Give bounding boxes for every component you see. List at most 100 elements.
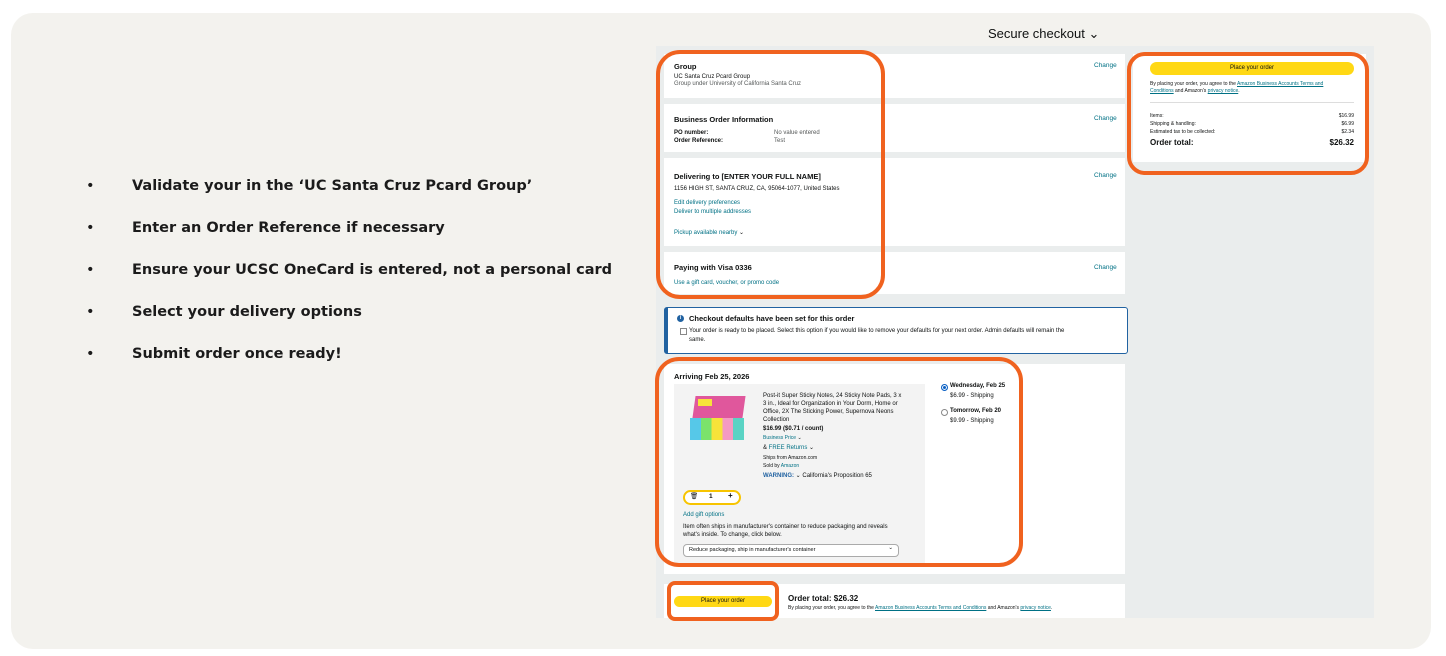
order-total-label: Order total: [1150, 138, 1194, 147]
delivery-change-link[interactable]: Change [1094, 172, 1117, 179]
shipping-label: Shipping & handling: [1150, 121, 1196, 127]
payment-card: Paying with Visa 0336 Use a gift card, v… [664, 252, 1125, 294]
shipping-option-day[interactable]: Tomorrow, Feb 20 [950, 408, 1001, 414]
free-returns-label: FREE Returns [768, 445, 808, 451]
chevron-down-icon: ⌄ [888, 545, 893, 551]
packaging-select-value: Reduce packaging, ship in manufacturer's… [689, 547, 816, 553]
instruction-text: Enter an Order Reference if necessary [132, 220, 445, 236]
tax-value: $2.34 [1341, 129, 1354, 135]
terms-link[interactable]: Amazon Business Accounts Terms and Condi… [875, 605, 986, 611]
sold-by-prefix: Sold by [763, 463, 781, 469]
privacy-link[interactable]: privacy notice [1020, 605, 1051, 611]
product-title-line[interactable]: 3 in., Ideal for Organization in Your Do… [763, 400, 898, 408]
secure-checkout-header[interactable]: Secure checkout ⌄ [988, 26, 1099, 42]
info-icon: i [677, 315, 684, 322]
order-reference-label: Order Reference: [674, 138, 724, 144]
bullet: • [86, 262, 95, 278]
arrival-title: Arriving Feb 25, 2026 [674, 372, 750, 381]
pickup-label: Pickup available nearby [674, 230, 738, 236]
bottom-order-total: Order total: $26.32 [788, 594, 859, 603]
gift-options-link[interactable]: Add gift options [683, 511, 724, 519]
product-price: $16.99 ($0.71 / count) [763, 426, 824, 432]
plus-icon[interactable]: + [728, 491, 733, 500]
items-label: Items: [1150, 113, 1164, 119]
product-title-line[interactable]: Office, 2X The Sticking Power, Supernova… [763, 408, 894, 416]
shipping-option-price: $9.99 - Shipping [950, 418, 994, 424]
edit-delivery-link[interactable]: Edit delivery preferences [674, 199, 740, 207]
remove-defaults-checkbox[interactable] [680, 328, 687, 335]
arrival-card: Arriving Feb 25, 2026 Post-it Super Stic… [664, 364, 1125, 574]
terms-link[interactable]: Amazon Business Accounts Terms and [1237, 81, 1323, 87]
delivery-address: 1156 HIGH ST, SANTA CRUZ, CA, 95064-1077… [674, 186, 840, 192]
business-info-card: Business Order Information PO number: No… [664, 104, 1125, 152]
agreement-text: By placing your order, you agree to the [788, 605, 875, 611]
bullet: • [86, 304, 95, 320]
bullet: • [86, 346, 95, 362]
agreement-text: . [1050, 605, 1053, 611]
free-returns-dropdown[interactable]: & FREE Returns ⌄ [763, 444, 814, 452]
agreement-text: and Amazon's [1173, 88, 1208, 94]
business-price-label: Business Price [763, 435, 797, 441]
group-change-link[interactable]: Change [1094, 62, 1117, 69]
agreement-text: and Amazon's [986, 605, 1021, 611]
quantity-value: 1 [709, 493, 713, 500]
tax-label: Estimated tax to be collected: [1150, 129, 1216, 135]
business-title: Business Order Information [674, 115, 774, 124]
delivery-card: Delivering to [ENTER YOUR FULL NAME] 115… [664, 158, 1125, 246]
place-order-button-bottom[interactable]: Place your order [674, 596, 772, 607]
pickup-nearby-link[interactable]: Pickup available nearby ⌄ [674, 229, 744, 237]
place-order-button[interactable]: Place your order [1150, 62, 1354, 75]
product-title-line[interactable]: Collection [763, 416, 789, 424]
product-image[interactable] [688, 394, 748, 446]
shipping-option-day[interactable]: Wednesday, Feb 25 [950, 383, 1005, 389]
chevron-down-icon: ⌄ [809, 445, 815, 451]
warning-label: WARNING: [763, 473, 794, 479]
defaults-title: Checkout defaults have been set for this… [689, 314, 855, 323]
delivery-title: Delivering to [ENTER YOUR FULL NAME] [674, 172, 821, 181]
bottom-order-card: Place your order Order total: $26.32 By … [664, 584, 1125, 618]
order-total-value: $26.32 [1329, 138, 1354, 147]
ships-from: Ships from Amazon.com [763, 455, 818, 461]
trash-icon[interactable]: 🗑 [690, 492, 698, 500]
packaging-note: Item often ships in manufacturer's conta… [683, 524, 888, 530]
instruction-text: Validate your in the ‘UC Santa Cruz Pcar… [132, 178, 533, 194]
group-subtitle: Group under University of California San… [674, 81, 802, 87]
business-price-dropdown[interactable]: Business Price ⌄ [763, 435, 802, 441]
sold-by-link[interactable]: Amazon [781, 463, 799, 469]
packaging-note-cont: what's inside. To change, click below. [683, 532, 782, 538]
payment-title: Paying with Visa 0336 [674, 263, 752, 272]
warning-text: California's Proposition 65 [802, 473, 872, 479]
terms-link[interactable]: Conditions [1150, 88, 1174, 94]
order-summary-card: Place your order By placing your order, … [1133, 54, 1366, 162]
multi-address-link[interactable]: Deliver to multiple addresses [674, 208, 751, 216]
po-label: PO number: [674, 130, 709, 136]
summary-agreement-cont: Conditions and Amazon's privacy notice. [1150, 88, 1240, 94]
product-title-line[interactable]: Post-it Super Sticky Notes, 24 Sticky No… [763, 392, 901, 400]
quantity-stepper[interactable]: 🗑 1 + [683, 490, 741, 505]
chevron-down-icon: ⌄ [797, 435, 802, 441]
privacy-link[interactable]: privacy notice [1208, 88, 1239, 94]
items-value: $16.99 [1338, 113, 1354, 119]
instruction-text: Ensure your UCSC OneCard is entered, not… [132, 262, 613, 278]
bullet: • [86, 178, 95, 194]
business-change-link[interactable]: Change [1094, 115, 1117, 122]
shipping-value: $6.99 [1341, 121, 1354, 127]
shipping-option-radio[interactable] [941, 384, 948, 391]
summary-agreement: By placing your order, you agree to the … [1150, 81, 1323, 87]
packaging-select[interactable]: Reduce packaging, ship in manufacturer's… [683, 544, 899, 557]
chevron-down-icon: ⌄ [795, 473, 801, 479]
po-value: No value entered [774, 130, 820, 136]
defaults-text: Your order is ready to be placed. Select… [689, 328, 1065, 334]
bullet: • [86, 220, 95, 236]
gift-card-link[interactable]: Use a gift card, voucher, or promo code [674, 279, 779, 287]
instruction-text: Select your delivery options [132, 304, 362, 320]
shipping-option-radio[interactable] [941, 409, 948, 416]
chevron-down-icon: ⌄ [739, 230, 745, 236]
group-title: Group [674, 62, 697, 71]
defaults-alert: i Checkout defaults have been set for th… [664, 307, 1128, 354]
sold-by: Sold by Amazon [763, 463, 799, 469]
warning-line[interactable]: WARNING: ⌄ California's Proposition 65 [763, 472, 872, 480]
checkout-screenshot: Group UC Santa Cruz Pcard Group Group un… [656, 46, 1374, 618]
group-card: Group UC Santa Cruz Pcard Group Group un… [664, 54, 1125, 98]
payment-change-link[interactable]: Change [1094, 264, 1117, 271]
